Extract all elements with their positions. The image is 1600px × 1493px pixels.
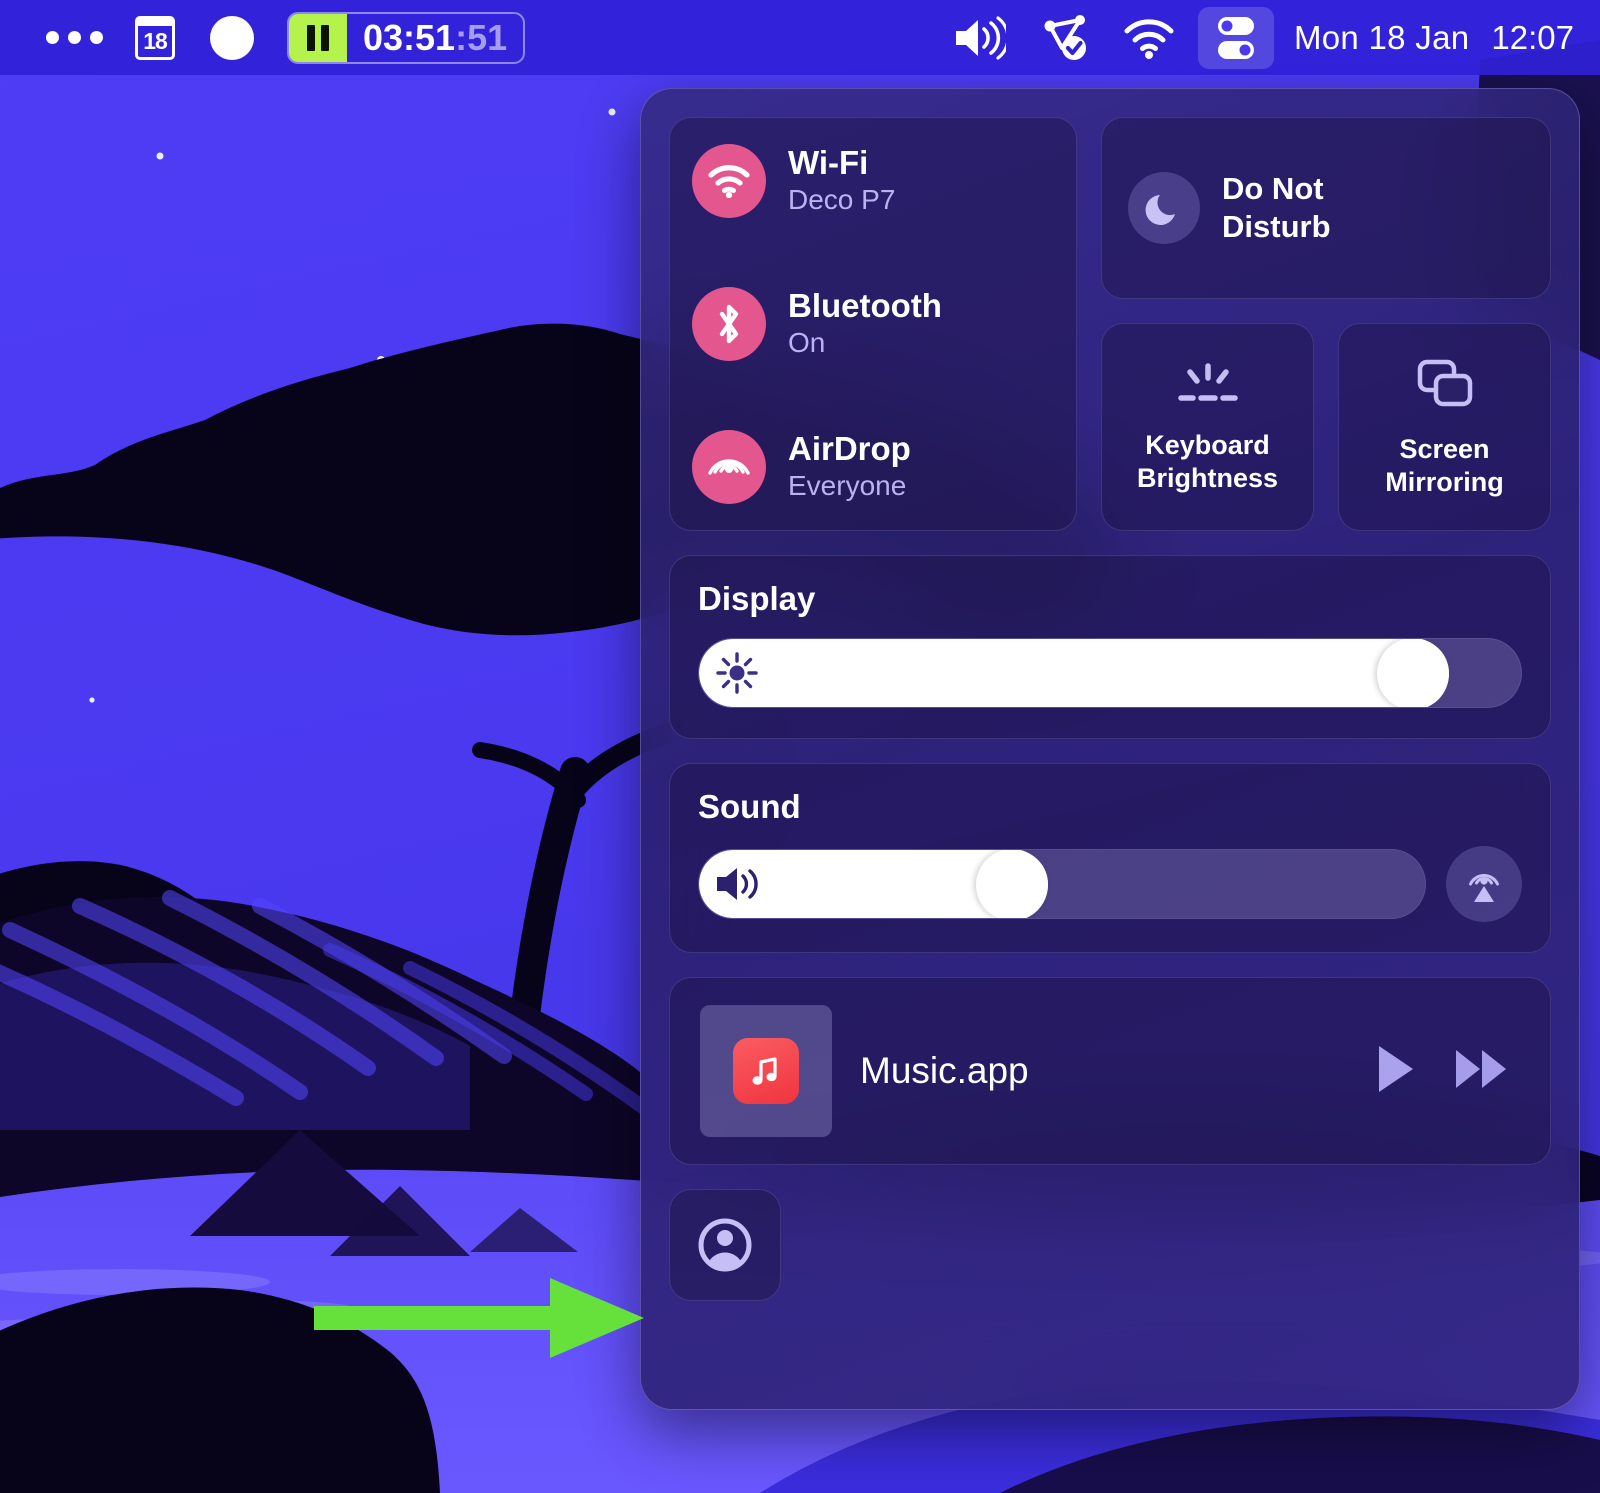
- green-arrow: [314, 1278, 644, 1358]
- timer-text: 03:51:51: [347, 17, 523, 59]
- brightness-icon: [716, 652, 758, 694]
- shortcuts-icon: [1044, 14, 1086, 60]
- bluetooth-icon: [692, 287, 766, 361]
- wifi-labels: Wi-Fi Deco P7: [788, 144, 896, 216]
- now-playing-tile: Music.app: [669, 977, 1551, 1165]
- wifi-icon: [692, 144, 766, 218]
- airdrop-title: AirDrop: [788, 430, 911, 468]
- sm-line2: Mirroring: [1385, 466, 1504, 497]
- calendar-icon: 18: [135, 15, 175, 60]
- fast-forward-icon: [1456, 1049, 1506, 1088]
- album-art-placeholder: [700, 1005, 832, 1137]
- quick-action-tiles: Keyboard Brightness Screen Mirroring: [1101, 323, 1551, 531]
- keyboard-brightness-tile[interactable]: Keyboard Brightness: [1101, 323, 1314, 531]
- screen-mirroring-tile[interactable]: Screen Mirroring: [1338, 323, 1551, 531]
- timer-pill[interactable]: 03:51:51: [287, 11, 526, 64]
- calendar-menu-item[interactable]: 18: [119, 9, 191, 67]
- timer-seconds: :51: [455, 16, 508, 58]
- dnd-line1: Do Not: [1222, 171, 1324, 207]
- display-slider-wrap: [698, 638, 1522, 708]
- play-button[interactable]: [1372, 1042, 1418, 1101]
- airdrop-labels: AirDrop Everyone: [788, 430, 911, 502]
- contrast-icon: [210, 15, 254, 60]
- menu-bar-left-group: 18 03:51:51: [0, 0, 541, 75]
- menu-bar: 18 03:51:51 Mon 18 Jan 12:07: [0, 0, 1600, 75]
- shortcuts-menu-item[interactable]: [1022, 9, 1106, 67]
- ellipsis-icon[interactable]: [0, 9, 119, 67]
- airplay-audio-button[interactable]: [1446, 846, 1522, 922]
- wifi-toggle[interactable]: Wi-Fi Deco P7: [692, 144, 1054, 218]
- airdrop-toggle[interactable]: AirDrop Everyone: [692, 430, 1054, 504]
- screen-mirroring-icon: [1414, 356, 1476, 417]
- contrast-menu-item[interactable]: [191, 9, 273, 67]
- screen-mirroring-label: Screen Mirroring: [1385, 433, 1504, 498]
- volume-menu-item[interactable]: [936, 9, 1022, 67]
- airdrop-icon: [692, 430, 766, 504]
- user-account-icon: [698, 1218, 752, 1272]
- fast-forward-button[interactable]: [1452, 1045, 1512, 1098]
- sound-volume-slider[interactable]: [698, 849, 1426, 919]
- connectivity-tile: Wi-Fi Deco P7 Bluetooth On AirDrop Every…: [669, 117, 1077, 531]
- control-center-panel: Wi-Fi Deco P7 Bluetooth On AirDrop Every…: [640, 88, 1580, 1410]
- sound-tile: Sound: [669, 763, 1551, 953]
- desktop: 18 03:51:51 Mon 18 Jan 12:07 Wi-Fi Deco …: [0, 0, 1600, 1493]
- display-brightness-slider[interactable]: [698, 638, 1522, 708]
- moon-icon: [1128, 172, 1200, 244]
- now-playing-controls: [1372, 1042, 1520, 1101]
- control-center-icon: [1217, 16, 1254, 59]
- kb-line2: Brightness: [1136, 462, 1279, 493]
- calendar-day: 18: [143, 27, 168, 54]
- kb-line1: Keyboard: [1145, 430, 1270, 461]
- volume-icon: [955, 15, 1006, 60]
- control-center-right-column: Do Not Disturb Keyboard Brightness Scree…: [1101, 117, 1551, 531]
- wifi-icon: [1124, 18, 1174, 59]
- bluetooth-title: Bluetooth: [788, 287, 942, 325]
- music-note-icon: [733, 1038, 799, 1104]
- do-not-disturb-tile[interactable]: Do Not Disturb: [1101, 117, 1551, 299]
- bluetooth-labels: Bluetooth On: [788, 287, 942, 359]
- bluetooth-toggle[interactable]: Bluetooth On: [692, 287, 1054, 361]
- wifi-subtitle: Deco P7: [788, 184, 896, 216]
- sound-slider-wrap: [698, 846, 1522, 922]
- bluetooth-subtitle: On: [788, 327, 826, 359]
- display-slider-fill: [699, 639, 1449, 707]
- dnd-line2: Disturb: [1222, 209, 1331, 244]
- speaker-icon: [717, 868, 758, 900]
- keyboard-brightness-icon: [1172, 360, 1244, 413]
- keyboard-brightness-label: Keyboard Brightness: [1137, 429, 1278, 494]
- menu-bar-right-group: Mon 18 Jan 12:07: [936, 6, 1574, 69]
- sound-title: Sound: [698, 788, 801, 825]
- sm-line1: Screen: [1399, 434, 1490, 465]
- timer-pause-icon[interactable]: [289, 13, 347, 62]
- user-account-button[interactable]: [669, 1189, 781, 1301]
- menu-bar-date[interactable]: Mon 18 Jan: [1280, 19, 1469, 57]
- display-tile: Display: [669, 555, 1551, 739]
- timer-menu-item[interactable]: 03:51:51: [273, 9, 541, 67]
- display-slider-knob[interactable]: [1376, 639, 1449, 707]
- sound-slider-knob[interactable]: [976, 850, 1049, 918]
- timer-hours-minutes: 03:51: [363, 16, 456, 58]
- airdrop-subtitle: Everyone: [788, 470, 907, 502]
- control-center-top-row: Wi-Fi Deco P7 Bluetooth On AirDrop Every…: [669, 117, 1551, 531]
- do-not-disturb-label: Do Not Disturb: [1222, 170, 1331, 246]
- now-playing-app-name: Music.app: [860, 1050, 1029, 1091]
- menu-bar-clock[interactable]: 12:07: [1469, 19, 1574, 57]
- wifi-menu-item[interactable]: [1106, 9, 1192, 67]
- wifi-title: Wi-Fi: [788, 144, 869, 182]
- control-center-menu-button[interactable]: [1197, 6, 1274, 69]
- airplay-audio-icon: [1469, 874, 1499, 902]
- display-title: Display: [698, 580, 816, 617]
- play-icon: [1379, 1045, 1413, 1092]
- control-center-bottom-bar: [669, 1189, 1551, 1301]
